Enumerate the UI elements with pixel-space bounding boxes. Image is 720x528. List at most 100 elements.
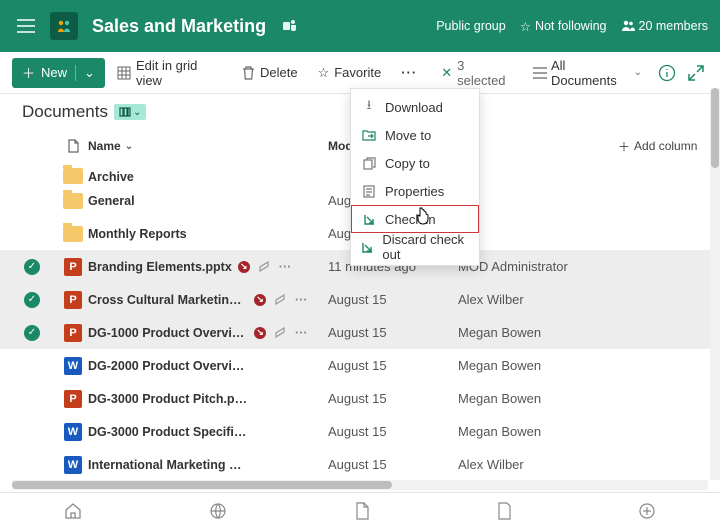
folder-icon — [63, 168, 83, 184]
checked-out-badge: ↘ — [254, 327, 266, 339]
modified-by-cell: Megan Bowen — [458, 358, 618, 373]
library-title: Documents — [22, 102, 108, 122]
delete-button[interactable]: Delete — [234, 61, 306, 84]
add-column-button[interactable]: ＋Add column — [618, 138, 712, 155]
menu-discard-check-out[interactable]: Discard check out — [351, 233, 479, 261]
properties-icon — [361, 185, 377, 198]
group-type[interactable]: Public group — [436, 19, 506, 33]
modified-by-cell: Megan Bowen — [458, 325, 618, 340]
checkmark-icon[interactable]: ✓ — [24, 325, 40, 341]
file-name: DG-3000 Product Specification.docx — [88, 425, 248, 439]
file-row[interactable]: W DG-3000 Product Specification.docx Augus… — [0, 415, 712, 448]
docx-icon: W — [64, 456, 82, 474]
modified-cell: August 15 — [328, 424, 458, 439]
overflow-button[interactable]: ··· — [393, 61, 425, 84]
modified-cell: August 15 — [328, 358, 458, 373]
docx-icon: W — [64, 357, 82, 375]
folder-icon — [63, 193, 83, 209]
vertical-scrollbar[interactable] — [710, 88, 720, 480]
row-overflow-icon[interactable]: ··· — [279, 260, 292, 274]
file-name: Branding Elements.pptx — [88, 260, 232, 274]
horizontal-scrollbar[interactable] — [12, 480, 708, 490]
site-title[interactable]: Sales and Marketing — [92, 16, 266, 37]
view-type-toggle[interactable]: ⌄ — [114, 104, 146, 120]
trash-icon — [242, 66, 255, 80]
members-button[interactable]: 20 members — [621, 19, 708, 33]
star-icon: ☆ — [520, 19, 531, 34]
share-icon[interactable] — [274, 293, 287, 306]
modified-cell: August 15 — [328, 325, 458, 340]
column-header-type-icon[interactable] — [58, 139, 88, 153]
people-icon — [621, 20, 635, 32]
checked-out-badge: ↘ — [254, 294, 266, 306]
file-name: DG-3000 Product Pitch.pptx — [88, 392, 248, 406]
pptx-icon: P — [64, 390, 82, 408]
checked-out-badge: ↘ — [238, 261, 250, 273]
file-name: General — [88, 194, 135, 208]
nav-files-icon[interactable] — [354, 502, 370, 520]
nav-add-icon[interactable] — [638, 502, 656, 520]
follow-button[interactable]: ☆ Not following — [520, 19, 607, 34]
file-row[interactable]: W International Marketing Campaigns.docx A… — [0, 448, 712, 481]
modified-cell: August 15 — [328, 391, 458, 406]
folder-icon — [63, 226, 83, 242]
menu-properties[interactable]: Properties — [351, 177, 479, 205]
file-row[interactable]: ✓ P Cross Cultural Marketing Ca... ↘ ··· Augu… — [0, 283, 712, 316]
file-name: DG-1000 Product Overview.p... — [88, 326, 248, 340]
checkmark-icon[interactable]: ✓ — [24, 292, 40, 308]
site-logo[interactable] — [50, 12, 78, 40]
favorite-button[interactable]: ☆ Favorite — [310, 61, 390, 85]
plus-icon: ＋ — [22, 63, 35, 82]
file-name: Cross Cultural Marketing Ca... — [88, 293, 248, 307]
chevron-down-icon: ⌄ — [75, 65, 95, 81]
teams-icon[interactable] — [282, 18, 298, 34]
copyto-icon — [361, 157, 377, 170]
download-icon: ⭳ — [361, 96, 377, 118]
info-icon[interactable] — [654, 60, 680, 86]
row-overflow-icon[interactable]: ··· — [295, 326, 308, 340]
file-row[interactable]: P DG-3000 Product Pitch.pptx August 15Mega… — [0, 382, 712, 415]
hamburger-menu[interactable] — [12, 12, 40, 40]
new-button[interactable]: ＋ New ⌄ — [12, 58, 105, 88]
chevron-down-icon: ⌄ — [634, 67, 642, 78]
site-header: Sales and Marketing Public group ☆ Not f… — [0, 0, 720, 52]
file-row[interactable]: W DG-2000 Product Overview.docx August 15M… — [0, 349, 712, 382]
modified-by-cell: Megan Bowen — [458, 391, 618, 406]
nav-page-icon[interactable] — [497, 502, 511, 520]
nav-globe-icon[interactable] — [209, 502, 227, 520]
file-name: International Marketing Campaigns.docx — [88, 458, 248, 472]
row-overflow-icon[interactable]: ··· — [295, 293, 308, 307]
menu-download[interactable]: ⭳Download — [351, 93, 479, 121]
checkmark-icon[interactable]: ✓ — [24, 259, 40, 275]
modified-cell: August 15 — [328, 457, 458, 472]
file-name: DG-2000 Product Overview.docx — [88, 359, 248, 373]
share-icon[interactable] — [258, 260, 271, 273]
edit-grid-button[interactable]: Edit in grid view — [109, 54, 230, 92]
modified-cell: August 15 — [328, 292, 458, 307]
view-switcher[interactable]: All Documents ⌄ — [525, 54, 650, 92]
docx-icon: W — [64, 423, 82, 441]
grid-icon — [117, 66, 131, 80]
list-icon — [533, 67, 547, 79]
modified-by-cell: Megan Bowen — [458, 424, 618, 439]
star-icon: ☆ — [318, 65, 330, 81]
moveto-icon — [361, 129, 377, 141]
checkin-icon — [361, 213, 377, 226]
menu-copy-to[interactable]: Copy to — [351, 149, 479, 177]
selection-count[interactable]: ✕ 3 selected — [433, 54, 521, 92]
clear-selection-icon: ✕ — [441, 65, 452, 81]
menu-move-to[interactable]: Move to — [351, 121, 479, 149]
context-menu: ⭳Download Move to Copy to Properties Che… — [350, 88, 480, 266]
file-row[interactable]: ✓ P DG-1000 Product Overview.p... ↘ ··· Augus… — [0, 316, 712, 349]
pptx-icon: P — [64, 291, 82, 309]
file-name: Archive — [88, 170, 134, 184]
file-name: Monthly Reports — [88, 227, 187, 241]
modified-by-cell: Alex Wilber — [458, 457, 618, 472]
bottom-nav — [0, 492, 720, 528]
share-icon[interactable] — [274, 326, 287, 339]
pptx-icon: P — [64, 324, 82, 342]
pptx-icon: P — [64, 258, 82, 276]
expand-icon[interactable] — [684, 61, 708, 85]
nav-home-icon[interactable] — [64, 502, 82, 520]
column-header-name[interactable]: Name⌄ — [88, 139, 328, 153]
